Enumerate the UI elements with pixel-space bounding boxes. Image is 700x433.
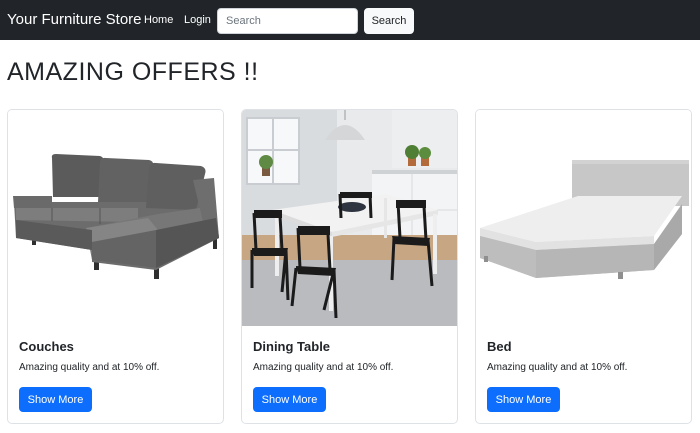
- card-text: Amazing quality and at 10% off.: [253, 362, 394, 373]
- search-button[interactable]: Search: [364, 8, 414, 34]
- dining-table-illustration: [242, 110, 457, 326]
- show-more-button-dining-table[interactable]: Show More: [253, 387, 326, 412]
- card-title: Couches: [19, 339, 74, 354]
- card-text: Amazing quality and at 10% off.: [19, 362, 160, 373]
- brand-link[interactable]: Your Furniture Store: [7, 11, 142, 28]
- card-title: Bed: [487, 339, 512, 354]
- bed-image: [476, 110, 691, 326]
- show-more-button-couches[interactable]: Show More: [19, 387, 92, 412]
- bed-illustration: [476, 110, 691, 326]
- product-card-bed: Bed Amazing quality and at 10% off. Show…: [475, 109, 692, 424]
- search-input[interactable]: [217, 8, 358, 34]
- dining-table-image: [242, 110, 457, 326]
- page-title: AMAZING OFFERS !!: [7, 58, 259, 86]
- show-more-button-bed[interactable]: Show More: [487, 387, 560, 412]
- couch-image: [8, 110, 223, 326]
- couch-illustration: [8, 110, 223, 326]
- navbar: Your Furniture Store Home Login Search: [0, 0, 700, 40]
- card-title: Dining Table: [253, 339, 331, 354]
- nav-link-home[interactable]: Home: [144, 14, 173, 26]
- card-text: Amazing quality and at 10% off.: [487, 362, 628, 373]
- nav-link-login[interactable]: Login: [184, 14, 211, 26]
- product-card-dining-table: Dining Table Amazing quality and at 10% …: [241, 109, 458, 424]
- product-card-couches: Couches Amazing quality and at 10% off. …: [7, 109, 224, 424]
